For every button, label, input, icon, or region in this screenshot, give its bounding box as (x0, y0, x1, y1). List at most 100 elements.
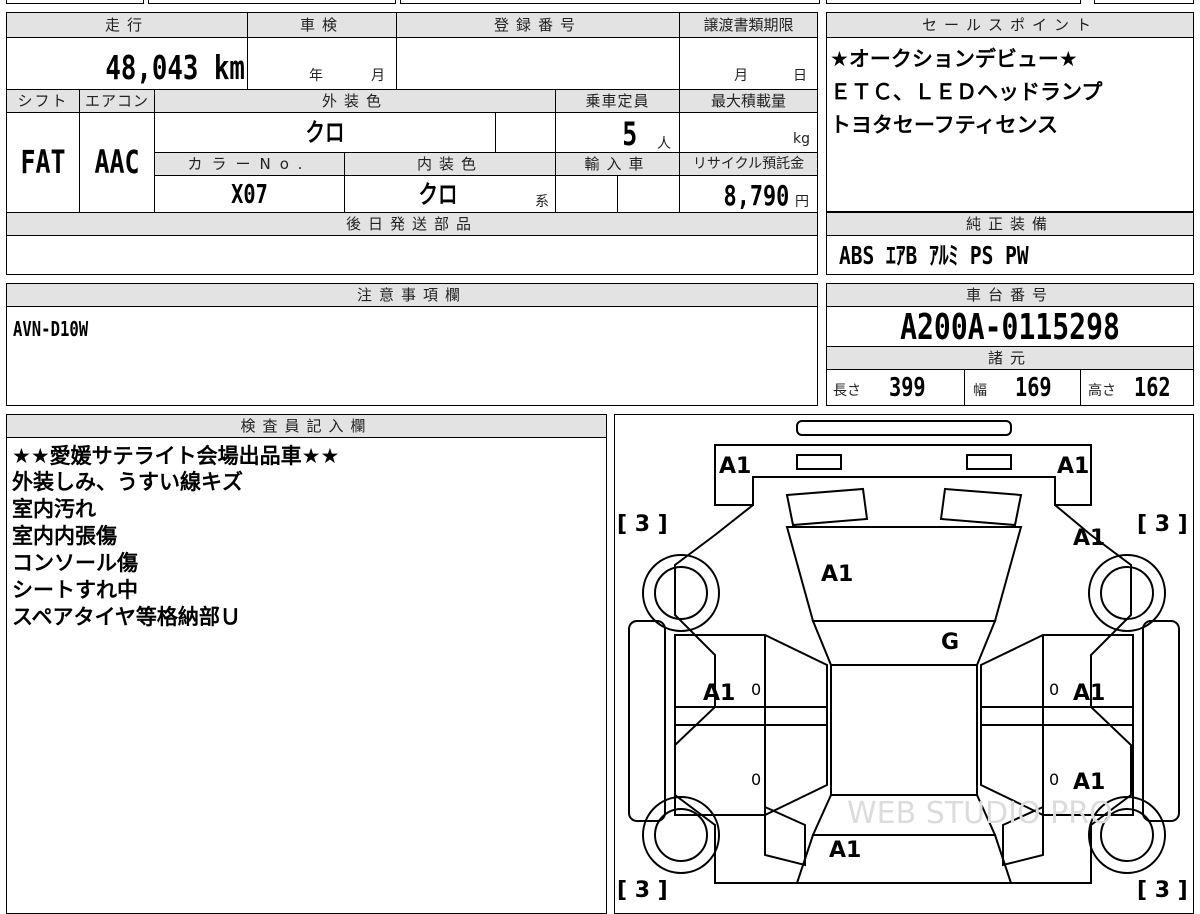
grid-line (7, 235, 817, 236)
top-strip-cell-5 (1094, 0, 1194, 4)
grid-line (827, 235, 1193, 236)
front-bumper-body (714, 444, 1092, 506)
equipment-header: 純正装備 (827, 213, 1193, 235)
grid-line (154, 90, 155, 213)
grid-line (7, 306, 817, 307)
recycle-fee-unit: 円 (795, 194, 809, 210)
grid-line (555, 90, 556, 213)
inspector-line-2: 外装しみ、うすい線キズ (12, 470, 243, 494)
grille-left (785, 487, 869, 527)
top-strip-cell-2 (148, 0, 396, 4)
grid-line (7, 37, 817, 38)
zero-rl: 0 (751, 770, 761, 789)
damage-diagram-box: A1 A1 A1 G A1 A1 A1 A1 A1 [ 3 ] [ 3 ] [ … (614, 414, 1194, 914)
max-load-header: 最大積載量 (680, 90, 817, 112)
later-parts-header: 後日発送部品 (7, 213, 817, 235)
front-bumper-outline (796, 420, 1012, 436)
grid-line (396, 13, 397, 90)
grid-line (79, 90, 80, 213)
rear-door-right-grade: A1 (1073, 770, 1105, 795)
watermark: WEB STUDIO PRO (847, 796, 1113, 831)
capacity-unit: 人 (657, 136, 671, 152)
shift-header: シフト (7, 90, 79, 112)
zero-rr: 0 (1049, 770, 1059, 789)
front-door-right-grade: A1 (1073, 681, 1105, 706)
inspection-header: 車検 (248, 13, 396, 37)
chassis-header: 車台番号 (827, 284, 1193, 306)
tire-fl-grade: [ 3 ] (617, 512, 668, 537)
height-value: 162 (1134, 373, 1171, 403)
grid-line (344, 153, 345, 213)
interior-color-suffix: 系 (535, 194, 549, 210)
windshield-outline (811, 620, 997, 666)
zero-fl: 0 (751, 680, 761, 699)
top-strip-cell-4 (826, 0, 1081, 4)
tire-rr-grade: [ 3 ] (1137, 878, 1188, 903)
chassis-box: 車台番号 A200A-0115298 諸元 長さ 399 幅 169 高さ 16… (826, 283, 1194, 406)
equipment-box: 純正装備 ABS ｴｱB ｱﾙﾐ PS PW (826, 212, 1194, 275)
inspector-line-1: ★★愛媛サテライト会場出品車★★ (12, 444, 340, 468)
color-no-value: X07 (231, 180, 268, 210)
grid-line (247, 13, 248, 90)
notes-value: AVN-D10W (13, 317, 89, 341)
tire-fr-grade: [ 3 ] (1137, 512, 1188, 537)
length-label: 長さ (833, 383, 861, 399)
exterior-color-header: 外装色 (155, 90, 555, 112)
grid-line (7, 212, 817, 213)
notes-box: 注意事項欄 AVN-D10W (6, 283, 818, 406)
grid-line (679, 13, 680, 213)
tire-rl-grade: [ 3 ] (617, 878, 668, 903)
transfer-month-unit: 月 (734, 68, 748, 84)
transfer-day-unit: 日 (793, 68, 807, 84)
top-strip-cell-1 (6, 0, 144, 4)
grid-line (155, 152, 817, 153)
vehicle-info-table: 走行 車検 登録番号 譲渡書類期限 48,043 km 年 月 月 日 シフト … (6, 12, 818, 275)
equipment-value: ABS ｴｱB ｱﾙﾐ PS PW (839, 241, 1029, 270)
roof-outline (830, 664, 978, 796)
wheel-front-left-inner (654, 566, 708, 620)
front-lamp-left (796, 454, 842, 470)
chassis-number: A200A-0115298 (900, 307, 1120, 348)
front-right-grade: A1 (1057, 454, 1089, 479)
capacity-value: 5 (621, 115, 637, 153)
wheel-rear-left-inner (654, 808, 708, 862)
interior-color-header: 内装色 (345, 153, 555, 175)
front-lamp-right (966, 454, 1012, 470)
grid-line (617, 175, 618, 213)
registration-header: 登録番号 (397, 13, 679, 37)
left-side-rail (628, 620, 666, 822)
grid-line (827, 37, 1193, 38)
inspection-month-unit: 月 (371, 68, 385, 84)
inspector-line-3: 室内汚れ (12, 497, 96, 521)
inspector-line-7: スペアタイヤ等格納部Ｕ (12, 605, 241, 629)
grid-line (1080, 369, 1081, 405)
recycle-fee-header: リサイクル預託金 (680, 153, 817, 175)
interior-color-value: クロ (418, 180, 458, 209)
aircon-header: エアコン (80, 90, 154, 112)
mileage-header: 走行 (7, 13, 247, 37)
inspector-line-6: シートすれ中 (12, 578, 138, 602)
grid-line (495, 112, 496, 153)
windshield-grade: G (941, 630, 959, 655)
grid-line (155, 175, 817, 176)
inspector-line-4: 室内内張傷 (12, 524, 117, 548)
grid-line (964, 369, 965, 405)
color-no-header: カラーNo. (155, 153, 344, 175)
grille-right (939, 487, 1023, 527)
wheel-front-right-inner (1100, 566, 1154, 620)
hood-grade: A1 (821, 562, 853, 587)
top-strip-cell-3 (400, 0, 820, 4)
sales-point-line-3: トヨタセーフティセンス (830, 113, 1059, 137)
imported-header: 輸入車 (556, 153, 679, 175)
inspection-year-unit: 年 (309, 68, 323, 84)
notes-header: 注意事項欄 (7, 284, 817, 306)
transfer-deadline-header: 譲渡書類期限 (680, 13, 817, 37)
car-diagram: A1 A1 A1 G A1 A1 A1 A1 A1 [ 3 ] [ 3 ] [ … (617, 420, 1188, 903)
grid-line (7, 89, 817, 90)
width-label: 幅 (973, 383, 987, 399)
grid-line (7, 437, 606, 438)
exterior-color-value: クロ (305, 118, 345, 147)
inspector-header: 検査員記入欄 (7, 415, 606, 437)
grid-line (7, 112, 817, 113)
max-load-unit: kg (793, 131, 810, 147)
